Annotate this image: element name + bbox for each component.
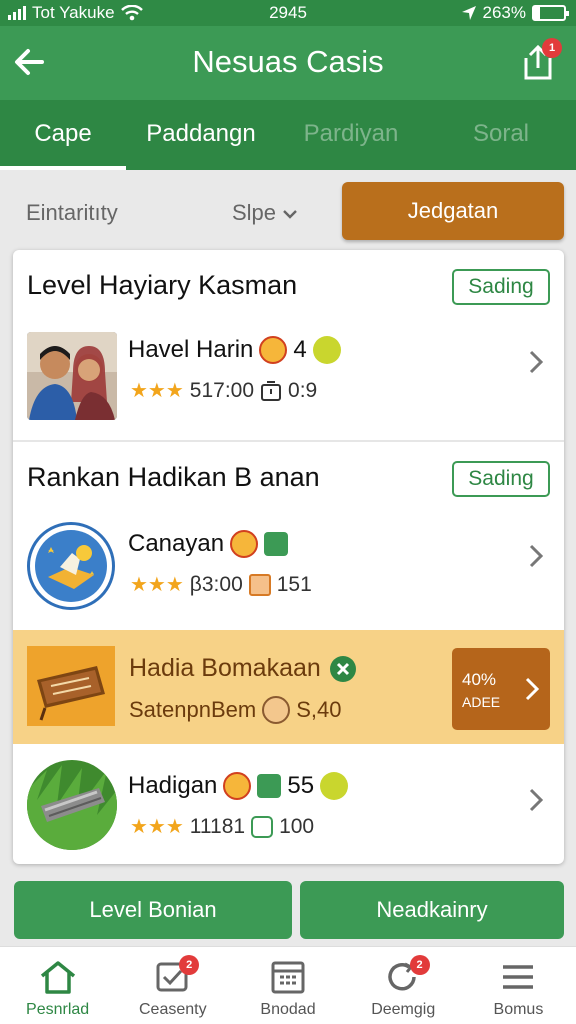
- chevron-right-icon[interactable]: [526, 786, 546, 814]
- tab-pardiyan[interactable]: Pardiyan: [276, 100, 426, 170]
- page-title: Nesuas Casis: [192, 44, 384, 79]
- tab-cape[interactable]: Cape: [0, 100, 126, 170]
- neadkainry-button[interactable]: Neadkainry: [300, 881, 564, 939]
- item-stat: 0:9: [288, 378, 318, 402]
- app-header: Nesuas Casis 1: [0, 26, 576, 100]
- couple-photo: [27, 332, 117, 420]
- share-badge: 1: [542, 38, 562, 58]
- promo-cta-button[interactable]: 40% ADEE: [452, 648, 550, 730]
- gift-box-icon: [35, 530, 107, 602]
- nav-label: Bomus: [493, 1001, 544, 1018]
- section-title: Level Hayiary Kasman: [27, 270, 298, 300]
- item-name: Hadigan: [128, 772, 218, 799]
- content-card: Level Hayiary Kasman Sading Havel Harin …: [13, 250, 564, 864]
- share-button[interactable]: 1: [516, 38, 562, 84]
- promo-cta-label: ADEE: [462, 694, 501, 710]
- level-bonian-button[interactable]: Level Bonian: [14, 881, 292, 939]
- chevron-right-icon[interactable]: [526, 348, 546, 376]
- nav-badge: 2: [409, 955, 430, 975]
- coupon-icon: [251, 815, 274, 838]
- nav-badge: 2: [179, 955, 200, 975]
- item-value: 11181: [189, 814, 246, 838]
- item-title: Hadigan 55: [128, 772, 349, 800]
- item-name: Canayan: [128, 530, 225, 557]
- battery-percent: 263%: [482, 3, 526, 22]
- item-stat: 100: [279, 814, 315, 838]
- nav-item-home[interactable]: Pesnrlad: [0, 947, 115, 1024]
- grass-thumb: [27, 760, 117, 850]
- item-meta: ★★★ 517:00 0:9: [130, 378, 317, 403]
- close-circle-icon[interactable]: [329, 655, 357, 683]
- note-edit-icon: [264, 532, 289, 556]
- promo-subtitle: SatenpnBem S,40: [129, 696, 341, 724]
- section-title: Rankan Hadikan B anan: [27, 462, 320, 492]
- promo-name: Hadia Bomakaan: [129, 654, 321, 682]
- status-bar: Tot Yakuke 2945 263%: [0, 0, 576, 26]
- chevron-right-icon: [525, 677, 540, 701]
- nav-item-bomus[interactable]: Bomus: [461, 947, 576, 1024]
- item-title: Havel Harin 4: [128, 336, 341, 364]
- signboard-icon: [27, 646, 115, 726]
- nav-item-ceasenty[interactable]: 2 Ceasenty: [115, 947, 230, 1024]
- item-count: 55: [287, 772, 315, 799]
- filter-entity[interactable]: Eintaritıty: [26, 200, 118, 226]
- promo-sub-label: SatenpnBem: [129, 697, 257, 722]
- chevron-down-icon: [283, 210, 298, 219]
- item-value: 517:00: [189, 378, 255, 402]
- emoji-green-icon: [320, 772, 349, 800]
- promo-percent: 40%: [462, 670, 497, 689]
- timer-icon: [261, 380, 282, 401]
- nav-label: Bnodad: [260, 1001, 316, 1018]
- avatar: [27, 332, 117, 420]
- nav-item-deemgig[interactable]: 2 Deemgig: [346, 947, 461, 1024]
- promo-amount: S,40: [296, 697, 342, 722]
- nav-label: Ceasenty: [139, 1001, 207, 1018]
- promo-row[interactable]: Hadia Bomakaan SatenpnBem S,40 40% ADEE: [13, 630, 564, 744]
- calendar-icon: [271, 961, 305, 994]
- tab-paddangn[interactable]: Paddangn: [126, 100, 276, 170]
- star-rating-icon: ★★★: [130, 816, 184, 838]
- item-title: Canayan: [128, 530, 289, 558]
- filter-sort-label: Slpe: [232, 200, 277, 225]
- emoji-face-icon: [262, 696, 291, 724]
- emoji-face-icon: [230, 530, 259, 558]
- status-right: 263%: [461, 3, 569, 23]
- star-rating-icon: ★★★: [130, 574, 184, 596]
- emoji-face-icon: [223, 772, 252, 800]
- promo-title: Hadia Bomakaan: [129, 654, 357, 683]
- avatar: [27, 760, 117, 850]
- calendar-box-icon: [248, 573, 271, 596]
- emoji-green-icon: [312, 336, 341, 364]
- bottom-nav: Pesnrlad 2 Ceasenty Bnodad 2 Deemgig Bom…: [0, 946, 576, 1024]
- item-count: 4: [293, 336, 307, 363]
- chevron-right-icon[interactable]: [526, 542, 546, 570]
- tab-bar: Cape Paddangn Pardiyan Soral: [0, 100, 576, 170]
- star-rating-icon: ★★★: [130, 380, 184, 402]
- promo-thumb: [27, 646, 115, 726]
- emoji-face-icon: [259, 336, 288, 364]
- nav-item-bnodad[interactable]: Bnodad: [230, 947, 345, 1024]
- nav-label: Deemgig: [371, 1001, 436, 1018]
- item-meta: ★★★ β3:00 151: [130, 572, 312, 597]
- divider: [13, 440, 564, 442]
- nav-label: Pesnrlad: [26, 1001, 90, 1018]
- note-edit-icon: [257, 774, 282, 798]
- item-name: Havel Harin: [128, 336, 254, 363]
- tab-soral[interactable]: Soral: [426, 100, 576, 170]
- battery-level: [534, 7, 540, 19]
- menu-icon: [503, 965, 534, 989]
- avatar: [27, 522, 115, 610]
- battery-icon: [532, 5, 569, 21]
- home-icon: [40, 961, 75, 994]
- sading-button[interactable]: Sading: [452, 269, 550, 305]
- jedgatan-button[interactable]: Jedgatan: [342, 182, 564, 240]
- item-value: β3:00: [189, 572, 243, 596]
- location-arrow-icon: [461, 6, 476, 20]
- item-stat: 151: [276, 572, 312, 596]
- sading-button[interactable]: Sading: [452, 461, 550, 497]
- item-meta: ★★★ 11181 100: [130, 814, 314, 839]
- filter-sort[interactable]: Slpe: [232, 200, 298, 226]
